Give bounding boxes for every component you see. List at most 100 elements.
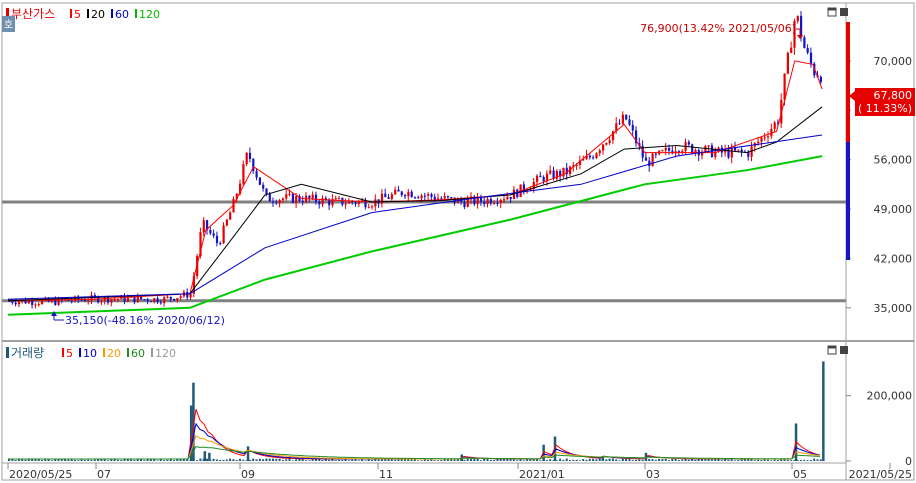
volume-bar-minor	[321, 459, 324, 461]
volume-bar	[203, 451, 207, 461]
candle-body	[509, 196, 512, 200]
candlestick-series	[8, 11, 822, 309]
volume-bar-minor	[199, 458, 202, 461]
candle-body	[265, 188, 268, 195]
volume-bar-minor	[512, 459, 515, 461]
candle-body	[173, 298, 176, 301]
volume-bar-minor	[730, 459, 733, 461]
candle-body	[367, 207, 370, 209]
candle-body	[229, 212, 232, 220]
current-price-change: ( 11.33%)	[858, 102, 912, 115]
legend-ma-marker	[79, 348, 81, 357]
volume-bar-minor	[229, 458, 232, 461]
candle-body	[450, 197, 453, 199]
legend-ma-label: 60	[115, 8, 129, 21]
volume-bar-minor	[493, 460, 496, 461]
volume-pane-maximize-button[interactable]	[827, 345, 837, 355]
candle-body	[80, 299, 83, 301]
volume-bar-minor	[598, 458, 601, 461]
candle-body	[371, 206, 374, 208]
price-pane-close-button[interactable]	[840, 8, 848, 16]
volume-bar-minor	[611, 458, 614, 461]
volume-pane-close-button[interactable]	[840, 346, 848, 354]
volume-bar-minor	[559, 458, 562, 461]
volume-bar-minor	[575, 459, 578, 461]
y-tick-label: 35,000	[874, 302, 913, 315]
side-toggle-button[interactable]: 호	[2, 16, 15, 32]
volume-bar	[246, 446, 250, 461]
volume-bar-minor	[595, 459, 598, 461]
candle-body	[433, 196, 436, 200]
volume-bar-minor	[305, 460, 307, 461]
candle-body	[222, 225, 225, 244]
candle-body	[417, 197, 420, 199]
volume-bar-minor	[638, 459, 641, 461]
volume-bar-minor	[440, 460, 443, 461]
volume-bar-minor	[710, 459, 713, 461]
volume-bar-minor	[780, 459, 783, 461]
candle-body	[169, 296, 172, 299]
candle-body	[631, 124, 634, 131]
candle-body	[681, 151, 684, 153]
candle-body	[275, 202, 278, 204]
volume-bar-minor	[608, 458, 611, 461]
volume-bar-minor	[258, 458, 261, 461]
price-legend[interactable]: 부산가스 5 20 60 120	[6, 7, 160, 21]
candle-body	[37, 304, 40, 306]
moving-average-lines	[7, 60, 823, 316]
candle-body	[598, 150, 601, 154]
volume-bar-minor	[628, 458, 631, 461]
candle-body	[806, 48, 809, 53]
candle-body	[113, 299, 116, 301]
volume-bar	[822, 361, 825, 461]
volume-bar-minor	[116, 459, 119, 461]
x-tick-label: 2020/05/25	[9, 468, 72, 481]
volume-bar-minor	[11, 459, 14, 461]
volume-bar-minor	[816, 459, 819, 461]
price-pane-maximize-button[interactable]	[827, 7, 837, 17]
legend-ma-marker	[127, 348, 129, 357]
volume-bar-minor	[420, 460, 423, 461]
price-range-bar-up	[846, 22, 850, 142]
volume-bar-minor	[578, 460, 581, 461]
candle-body	[136, 296, 139, 303]
volume-bar-minor	[757, 459, 760, 461]
chart-canvas: 부산가스 52060120 거래량 5102060120 호 70,00063,…	[1, 2, 915, 481]
candle-body	[176, 298, 179, 301]
candle-body	[301, 200, 304, 203]
y-tick-label: 49,000	[874, 203, 913, 216]
x-tick-label: 2021/01	[519, 468, 565, 481]
candle-body	[248, 152, 252, 159]
volume-bar-minor	[156, 460, 159, 461]
candle-body	[413, 197, 417, 199]
candle-body	[466, 199, 469, 207]
candle-body	[83, 299, 87, 302]
candle-body	[288, 193, 291, 195]
candle-body	[166, 296, 169, 298]
volume-bar-minor	[671, 458, 674, 461]
volume-bar-minor	[74, 459, 76, 461]
volume-bar-minor	[496, 459, 499, 461]
volume-bar-minor	[453, 459, 456, 461]
volume-ma-line	[8, 434, 821, 460]
candle-body	[14, 302, 17, 305]
candle-body	[644, 157, 648, 161]
volume-bar-minor	[539, 460, 542, 461]
volume-bar-minor	[800, 459, 802, 461]
volume-bar-minor	[291, 460, 294, 461]
candle-body	[272, 201, 275, 203]
volume-bar-minor	[486, 458, 489, 461]
volume-bar-minor	[694, 459, 697, 461]
volume-bar-minor	[687, 459, 690, 461]
volume-bar-minor	[809, 459, 812, 461]
candle-body	[186, 291, 189, 298]
candle-body	[664, 147, 667, 151]
ma-line-5	[7, 60, 823, 302]
legend-ma-list: 5 10 20 60 120	[62, 347, 176, 360]
candle-body	[163, 297, 166, 304]
volume-legend[interactable]: 거래량 5 10 20 60 120	[6, 346, 176, 360]
candle-body	[41, 300, 44, 305]
volume-bar-minor	[668, 460, 670, 461]
candle-body	[549, 170, 552, 174]
volume-bar-minor	[17, 459, 20, 461]
